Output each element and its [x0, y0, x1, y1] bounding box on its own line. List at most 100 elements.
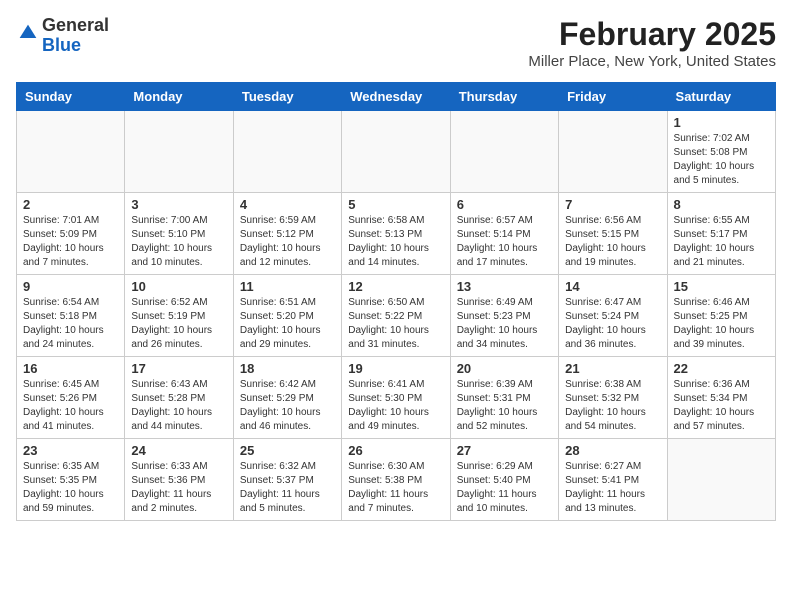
weekday-row: SundayMondayTuesdayWednesdayThursdayFrid…: [17, 83, 776, 111]
day-info: Sunrise: 6:36 AM Sunset: 5:34 PM Dayligh…: [674, 378, 769, 434]
day-number: 17: [131, 361, 226, 376]
weekday-header: Friday: [559, 83, 667, 111]
weekday-header: Sunday: [17, 83, 125, 111]
month-title: February 2025: [528, 16, 776, 53]
calendar-cell: 15 Sunrise: 6:46 AM Sunset: 5:25 PM Dayli…: [667, 275, 775, 357]
day-number: 8: [674, 197, 769, 212]
day-info: Sunrise: 7:01 AM Sunset: 5:09 PM Dayligh…: [23, 214, 118, 270]
calendar-cell: 19 Sunrise: 6:41 AM Sunset: 5:30 PM Dayli…: [342, 357, 450, 439]
day-number: 14: [565, 279, 660, 294]
day-info: Sunrise: 6:30 AM Sunset: 5:38 PM Dayligh…: [348, 460, 443, 516]
calendar-cell: 4Sunrise: 6:59 AM Sunset: 5:12 PM Daylig…: [233, 193, 341, 275]
day-number: 24: [131, 443, 226, 458]
day-info: Sunrise: 6:51 AM Sunset: 5:20 PM Dayligh…: [240, 296, 335, 352]
day-number: 19: [348, 361, 443, 376]
calendar-week-row: 9Sunrise: 6:54 AM Sunset: 5:18 PM Daylig…: [17, 275, 776, 357]
day-number: 25: [240, 443, 335, 458]
day-number: 21: [565, 361, 660, 376]
calendar-cell: 16 Sunrise: 6:45 AM Sunset: 5:26 PM Dayli…: [17, 357, 125, 439]
weekday-header: Tuesday: [233, 83, 341, 111]
calendar-cell: 6 Sunrise: 6:57 AM Sunset: 5:14 PM Daylig…: [450, 193, 558, 275]
day-info: Sunrise: 6:29 AM Sunset: 5:40 PM Dayligh…: [457, 460, 552, 516]
calendar-cell: [342, 111, 450, 193]
calendar-cell: 1 Sunrise: 7:02 AM Sunset: 5:08 PM Daylig…: [667, 111, 775, 193]
calendar-week-row: 2Sunrise: 7:01 AM Sunset: 5:09 PM Daylig…: [17, 193, 776, 275]
day-info: Sunrise: 6:42 AM Sunset: 5:29 PM Dayligh…: [240, 378, 335, 434]
calendar-cell: 26 Sunrise: 6:30 AM Sunset: 5:38 PM Dayli…: [342, 439, 450, 521]
page-header: General Blue February 2025 Miller Place,…: [16, 16, 776, 70]
day-info: Sunrise: 6:41 AM Sunset: 5:30 PM Dayligh…: [348, 378, 443, 434]
calendar-cell: 23 Sunrise: 6:35 AM Sunset: 5:35 PM Dayli…: [17, 439, 125, 521]
day-info: Sunrise: 6:39 AM Sunset: 5:31 PM Dayligh…: [457, 378, 552, 434]
day-info: Sunrise: 6:59 AM Sunset: 5:12 PM Dayligh…: [240, 214, 335, 270]
day-info: Sunrise: 6:45 AM Sunset: 5:26 PM Dayligh…: [23, 378, 118, 434]
calendar-cell: [125, 111, 233, 193]
day-info: Sunrise: 6:33 AM Sunset: 5:36 PM Dayligh…: [131, 460, 226, 516]
day-info: Sunrise: 6:56 AM Sunset: 5:15 PM Dayligh…: [565, 214, 660, 270]
calendar-cell: 17 Sunrise: 6:43 AM Sunset: 5:28 PM Dayli…: [125, 357, 233, 439]
logo: General Blue: [16, 16, 109, 56]
day-info: Sunrise: 6:35 AM Sunset: 5:35 PM Dayligh…: [23, 460, 118, 516]
calendar-cell: [17, 111, 125, 193]
calendar-cell: 13 Sunrise: 6:49 AM Sunset: 5:23 PM Dayli…: [450, 275, 558, 357]
calendar-cell: 21 Sunrise: 6:38 AM Sunset: 5:32 PM Dayli…: [559, 357, 667, 439]
calendar-cell: 11 Sunrise: 6:51 AM Sunset: 5:20 PM Dayli…: [233, 275, 341, 357]
calendar-cell: 28 Sunrise: 6:27 AM Sunset: 5:41 PM Dayli…: [559, 439, 667, 521]
day-info: Sunrise: 7:00 AM Sunset: 5:10 PM Dayligh…: [131, 214, 226, 270]
day-info: Sunrise: 6:32 AM Sunset: 5:37 PM Dayligh…: [240, 460, 335, 516]
day-info: Sunrise: 6:47 AM Sunset: 5:24 PM Dayligh…: [565, 296, 660, 352]
day-info: Sunrise: 6:58 AM Sunset: 5:13 PM Dayligh…: [348, 214, 443, 270]
day-info: Sunrise: 6:57 AM Sunset: 5:14 PM Dayligh…: [457, 214, 552, 270]
calendar-body: 1 Sunrise: 7:02 AM Sunset: 5:08 PM Daylig…: [17, 111, 776, 521]
day-number: 26: [348, 443, 443, 458]
day-info: Sunrise: 6:43 AM Sunset: 5:28 PM Dayligh…: [131, 378, 226, 434]
day-info: Sunrise: 6:38 AM Sunset: 5:32 PM Dayligh…: [565, 378, 660, 434]
calendar-cell: [667, 439, 775, 521]
day-number: 10: [131, 279, 226, 294]
day-number: 28: [565, 443, 660, 458]
day-info: Sunrise: 6:46 AM Sunset: 5:25 PM Dayligh…: [674, 296, 769, 352]
day-info: Sunrise: 6:49 AM Sunset: 5:23 PM Dayligh…: [457, 296, 552, 352]
day-number: 12: [348, 279, 443, 294]
calendar-cell: 24 Sunrise: 6:33 AM Sunset: 5:36 PM Dayli…: [125, 439, 233, 521]
day-number: 22: [674, 361, 769, 376]
day-number: 7: [565, 197, 660, 212]
weekday-header: Monday: [125, 83, 233, 111]
day-number: 20: [457, 361, 552, 376]
day-info: Sunrise: 6:54 AM Sunset: 5:18 PM Dayligh…: [23, 296, 118, 352]
calendar-cell: 2Sunrise: 7:01 AM Sunset: 5:09 PM Daylig…: [17, 193, 125, 275]
calendar-cell: 5 Sunrise: 6:58 AM Sunset: 5:13 PM Daylig…: [342, 193, 450, 275]
calendar-week-row: 16 Sunrise: 6:45 AM Sunset: 5:26 PM Dayli…: [17, 357, 776, 439]
calendar-table: SundayMondayTuesdayWednesdayThursdayFrid…: [16, 82, 776, 521]
day-number: 13: [457, 279, 552, 294]
day-info: Sunrise: 6:27 AM Sunset: 5:41 PM Dayligh…: [565, 460, 660, 516]
calendar-cell: [233, 111, 341, 193]
weekday-header: Wednesday: [342, 83, 450, 111]
calendar-cell: [559, 111, 667, 193]
day-info: Sunrise: 6:50 AM Sunset: 5:22 PM Dayligh…: [348, 296, 443, 352]
day-number: 15: [674, 279, 769, 294]
day-number: 27: [457, 443, 552, 458]
calendar-week-row: 23 Sunrise: 6:35 AM Sunset: 5:35 PM Dayli…: [17, 439, 776, 521]
title-block: February 2025 Miller Place, New York, Un…: [528, 16, 776, 70]
calendar-cell: 7 Sunrise: 6:56 AM Sunset: 5:15 PM Daylig…: [559, 193, 667, 275]
calendar-cell: 9Sunrise: 6:54 AM Sunset: 5:18 PM Daylig…: [17, 275, 125, 357]
calendar-cell: 25 Sunrise: 6:32 AM Sunset: 5:37 PM Dayli…: [233, 439, 341, 521]
day-info: Sunrise: 7:02 AM Sunset: 5:08 PM Dayligh…: [674, 132, 769, 188]
day-number: 1: [674, 115, 769, 130]
calendar-cell: 3Sunrise: 7:00 AM Sunset: 5:10 PM Daylig…: [125, 193, 233, 275]
logo-icon: [18, 23, 38, 43]
day-number: 5: [348, 197, 443, 212]
location: Miller Place, New York, United States: [528, 53, 776, 70]
day-number: 11: [240, 279, 335, 294]
calendar-cell: 27 Sunrise: 6:29 AM Sunset: 5:40 PM Dayli…: [450, 439, 558, 521]
calendar-cell: 14 Sunrise: 6:47 AM Sunset: 5:24 PM Dayli…: [559, 275, 667, 357]
day-info: Sunrise: 6:55 AM Sunset: 5:17 PM Dayligh…: [674, 214, 769, 270]
day-number: 16: [23, 361, 118, 376]
calendar-cell: 18Sunrise: 6:42 AM Sunset: 5:29 PM Dayli…: [233, 357, 341, 439]
calendar-cell: [450, 111, 558, 193]
weekday-header: Saturday: [667, 83, 775, 111]
day-info: Sunrise: 6:52 AM Sunset: 5:19 PM Dayligh…: [131, 296, 226, 352]
day-number: 6: [457, 197, 552, 212]
day-number: 23: [23, 443, 118, 458]
